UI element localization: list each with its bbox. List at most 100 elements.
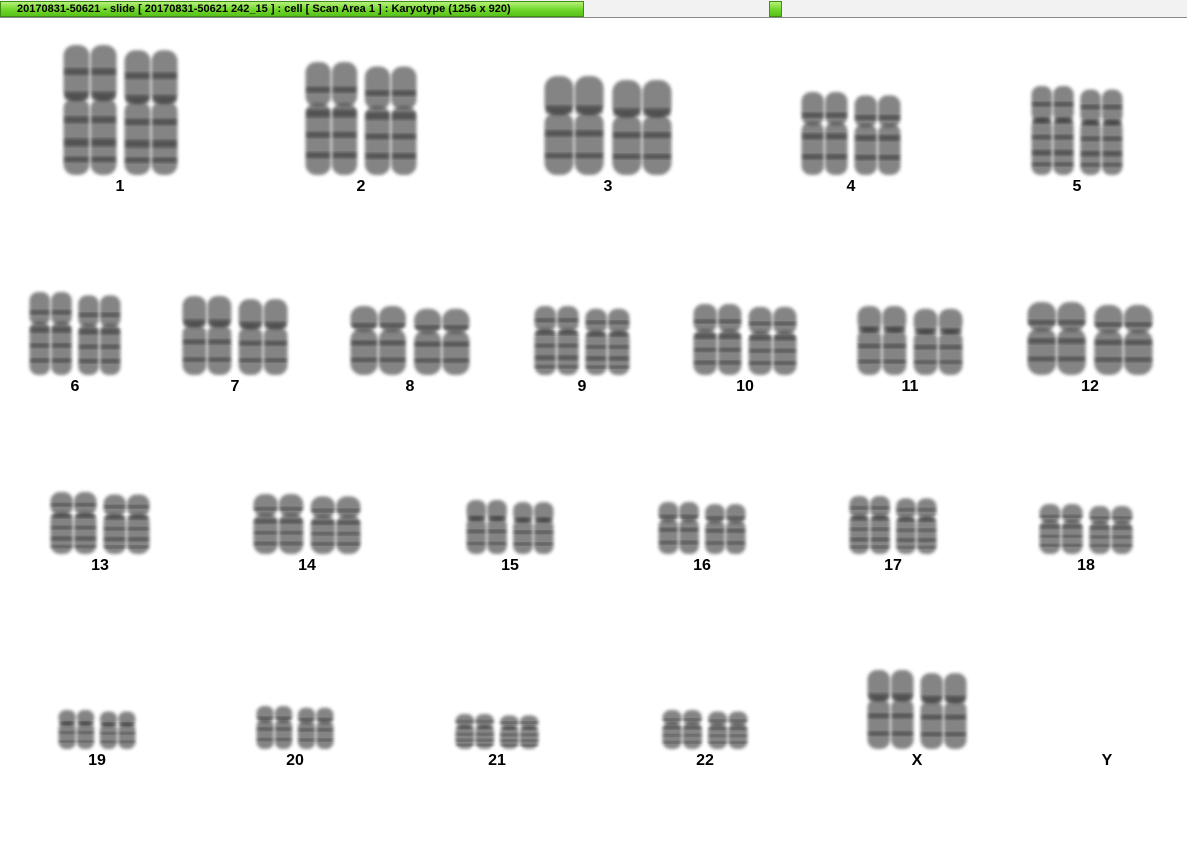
chromosome-7-homolog-1[interactable] [182, 296, 232, 375]
chromosome-21-band [456, 744, 474, 747]
chromosome-3-homolog-1[interactable] [544, 76, 604, 175]
chromosome-7-homolog-2[interactable] [238, 299, 288, 375]
chromosome-pair-21[interactable] [445, 704, 549, 759]
chromosome-pair-18[interactable] [1029, 494, 1143, 564]
chromosome-15-homolog-2[interactable] [513, 502, 554, 554]
chromosome-13-homolog-1[interactable] [50, 492, 97, 554]
chromosome-6-band [79, 344, 98, 349]
chromosome-3-band [545, 130, 573, 137]
chromosome-17-band [917, 528, 936, 532]
chromosome-pair-2[interactable] [295, 52, 427, 185]
chromosome-pair-6[interactable] [19, 282, 131, 385]
chromosome-2-homolog-2[interactable] [364, 66, 417, 175]
chromosome-16-band [659, 528, 678, 532]
chromosome-6-homolog-2[interactable] [78, 295, 121, 375]
chromosome-pair-10[interactable] [683, 294, 807, 385]
chromosome-16-band [706, 516, 724, 520]
chromosome-pair-4[interactable] [791, 82, 911, 185]
chromosome-2-band [306, 132, 330, 138]
chromosome-16-homolog-2[interactable] [705, 504, 746, 554]
chromosome-13-band [75, 514, 96, 519]
chromosome-pair-7[interactable] [172, 286, 298, 385]
chromosome-18-band [1040, 525, 1060, 529]
chromosome-4-homolog-1[interactable] [801, 92, 848, 175]
chromosome-1-band [151, 72, 176, 79]
chromosome-21-band [501, 727, 518, 730]
chromosome-pair-17[interactable] [839, 486, 947, 564]
chromosome-pair-16[interactable] [648, 492, 756, 564]
chromosome-14-band [337, 532, 360, 535]
chromosome-13-homolog-2[interactable] [103, 494, 150, 554]
chromosome-pair-11[interactable] [847, 296, 973, 385]
chromosome-5-band [1032, 102, 1052, 107]
chromosome-1-homolog-2[interactable] [123, 50, 177, 175]
chromosome-10-band [749, 335, 772, 341]
chromosome-1-homolog-1[interactable] [63, 45, 117, 175]
chromosome-pair-1[interactable] [53, 35, 188, 185]
chromosome-pair-12[interactable] [1017, 292, 1163, 385]
chromosome-11-band [858, 359, 881, 364]
chromosome-8-homolog-2[interactable] [414, 308, 470, 375]
chromosome-pair-22[interactable] [652, 700, 758, 759]
chromosome-11-homolog-2[interactable] [913, 308, 963, 375]
chromosome-11-q-arm [938, 329, 963, 375]
chromosome-pair-20[interactable] [246, 696, 344, 759]
chromosome-pair-9[interactable] [524, 296, 640, 385]
chromosome-13-band [128, 537, 149, 541]
chromosome-pair-14[interactable] [243, 484, 371, 564]
chromosome-6-p-arm [99, 295, 121, 328]
chromosome-18-homolog-1[interactable] [1039, 504, 1083, 554]
chromosome-3-band [613, 108, 641, 117]
chromosome-4-homolog-2[interactable] [854, 95, 901, 175]
chromosome-2-homolog-1[interactable] [305, 62, 358, 175]
chromosome-14-band [254, 531, 277, 535]
chromosome-22-homolog-2[interactable] [708, 711, 748, 749]
chromosome-17-homolog-2[interactable] [896, 498, 937, 554]
chromosome-11-q-arm [882, 328, 907, 375]
chromosome-9-homolog-1[interactable] [534, 306, 579, 375]
chromosome-10-homolog-1[interactable] [693, 304, 742, 375]
chromosome-pair-13[interactable] [40, 482, 160, 564]
chromosome-9-homolog-2[interactable] [585, 308, 630, 375]
chromosome-20-homolog-2[interactable] [297, 707, 334, 749]
chromosome-7-q-arm [182, 324, 207, 375]
chromosome-10-homolog-2[interactable] [748, 306, 797, 375]
chromosome-pair-19[interactable] [48, 700, 146, 759]
chromosome-21-homolog-1[interactable] [455, 714, 494, 749]
chromosome-19-homolog-1[interactable] [58, 710, 95, 749]
chromosome-11-homolog-1[interactable] [857, 306, 907, 375]
chromosome-16-band [726, 516, 745, 520]
chromosome-14-homolog-1[interactable] [253, 494, 304, 554]
chromosome-10-band [718, 319, 741, 324]
chromosome-6-band [52, 343, 71, 348]
chromosome-14-homolog-2[interactable] [310, 496, 361, 554]
chromosome-22-homolog-1[interactable] [662, 710, 702, 749]
chromosome-17-homolog-1[interactable] [849, 496, 890, 554]
chromosome-8-homolog-1[interactable] [350, 306, 406, 375]
chromosome-20-homolog-1[interactable] [256, 706, 293, 749]
chromosome-X-homolog-1[interactable] [867, 670, 914, 749]
chromosome-pair-X[interactable] [857, 660, 977, 759]
chromosome-5-q-arm [1031, 117, 1053, 175]
chromosome-pair-8[interactable] [340, 296, 480, 385]
chromosome-18-homolog-2[interactable] [1089, 506, 1133, 554]
chromosome-12-homolog-2[interactable] [1094, 304, 1153, 375]
chromosome-17-band [897, 546, 915, 549]
chromosome-X-homolog-2[interactable] [920, 673, 967, 749]
title-bar-handle[interactable] [769, 1, 782, 17]
chromosome-9-band [535, 365, 556, 369]
chromosome-pair-15[interactable] [456, 490, 564, 564]
chromosome-5-homolog-2[interactable] [1080, 89, 1123, 175]
window-title-tab[interactable]: 20170831-50621 - slide [ 20170831-50621 … [0, 1, 584, 17]
chromosome-15-homolog-1[interactable] [466, 500, 507, 554]
chromosome-11-band [858, 326, 881, 333]
chromosome-3-homolog-2[interactable] [612, 79, 672, 175]
chromosome-19-homolog-2[interactable] [99, 711, 136, 749]
chromosome-pair-3[interactable] [534, 66, 682, 185]
chromosome-6-homolog-1[interactable] [29, 292, 72, 375]
chromosome-pair-5[interactable] [1021, 76, 1133, 185]
chromosome-21-homolog-2[interactable] [500, 715, 539, 749]
chromosome-16-homolog-1[interactable] [658, 502, 699, 554]
chromosome-12-homolog-1[interactable] [1027, 302, 1086, 375]
chromosome-5-homolog-1[interactable] [1031, 86, 1074, 175]
